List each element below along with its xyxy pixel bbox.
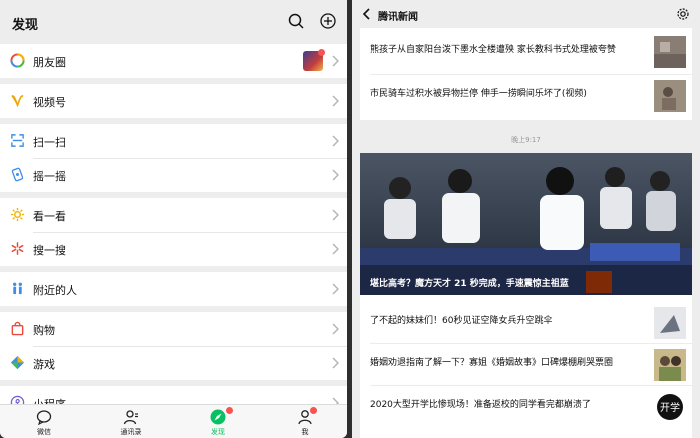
- chevron-right-icon: [332, 283, 339, 295]
- chevron-right-icon: [332, 55, 339, 67]
- tab-me[interactable]: 我: [275, 405, 335, 438]
- menu-item-search[interactable]: 搜一搜: [0, 232, 347, 266]
- channels-icon: [11, 95, 24, 108]
- news-headline: 市民骑车过积水被异物拦停 伸手一捞瞬间乐坏了(视频): [370, 89, 587, 99]
- news-item[interactable]: 了不起的妹妹们！60秒见证空降女兵升空跳伞: [360, 301, 692, 345]
- shopping-bag-icon: [11, 321, 24, 336]
- chevron-right-icon: [332, 169, 339, 181]
- news-thumbnail: 开学: [654, 391, 686, 423]
- tab-label: 微信: [37, 428, 51, 436]
- tab-chats[interactable]: 微信: [14, 405, 74, 438]
- menu-item-shake[interactable]: 摇一摇: [0, 158, 347, 192]
- chevron-right-icon: [332, 357, 339, 369]
- news-card-top: 熊孩子从自家阳台泼下墨水全楼遭殃 家长教科书式处理被夸赞 市民骑车过积水被异物拦…: [360, 28, 692, 120]
- news-item[interactable]: 市民骑车过积水被异物拦停 伸手一捞瞬间乐坏了(视频): [360, 74, 692, 118]
- page-title: 发现: [12, 18, 39, 33]
- tab-label: 发现: [211, 428, 225, 436]
- hero-news-item[interactable]: 堪比高考？魔方天才 21 秒完成，手速震惊主祖蓝: [360, 153, 692, 295]
- news-thumbnail: [654, 349, 686, 381]
- contacts-icon: [123, 410, 138, 425]
- menu-item-games[interactable]: 游戏: [0, 346, 347, 380]
- unread-dot: [310, 407, 317, 414]
- hero-caption: 堪比高考？魔方天才 21 秒完成，手速震惊主祖蓝: [370, 279, 569, 289]
- chevron-right-icon: [332, 209, 339, 221]
- menu-label: 搜一搜: [33, 244, 66, 257]
- menu-label: 摇一摇: [33, 170, 66, 183]
- news-headline: 了不起的妹妹们！60秒见证空降女兵升空跳伞: [370, 316, 553, 326]
- discover-icon: [210, 409, 226, 425]
- top-stories-icon: [10, 207, 25, 222]
- news-item[interactable]: 熊孩子从自家阳台泼下墨水全楼遭殃 家长教科书式处理被夸赞: [360, 30, 692, 74]
- bottom-tab-bar: 微信 通讯录 发现 我: [0, 404, 347, 438]
- timestamp: 晚上9:17: [511, 136, 541, 144]
- news-pane: 腾讯新闻 熊孩子从自家阳台泼下墨水全楼遭殃 家长教科书式处理被夸赞 市民骑车过积…: [352, 0, 700, 438]
- unread-dot: [226, 407, 233, 414]
- chevron-right-icon: [332, 323, 339, 335]
- news-thumbnail: [654, 36, 686, 68]
- thumbnail-text: 开学: [660, 401, 680, 414]
- chevron-right-icon: [332, 243, 339, 255]
- scan-icon: [11, 134, 24, 147]
- menu-label: 扫一扫: [33, 136, 66, 149]
- search-star-icon: [11, 242, 24, 255]
- tab-label: 通讯录: [120, 428, 142, 436]
- menu-label: 视频号: [33, 96, 66, 109]
- group-scan-shake: 扫一扫 摇一摇: [0, 124, 347, 192]
- chevron-right-icon: [332, 95, 339, 107]
- group-stories-search: 看一看 搜一搜: [0, 198, 347, 266]
- news-headline: 2020大型开学比惨现场！准备返校的同学看完都崩溃了: [370, 400, 591, 410]
- chevron-right-icon: [332, 135, 339, 147]
- hero-image: [360, 153, 692, 295]
- shake-icon: [11, 167, 24, 182]
- discover-pane: 发现 朋友圈 视频号 扫一扫 摇一摇 看一看 搜一搜 附近的人 购物 游戏 微信…: [0, 0, 347, 438]
- menu-item-moments[interactable]: 朋友圈: [0, 44, 347, 78]
- group-shop-games: 购物 游戏: [0, 312, 347, 380]
- news-header: 腾讯新闻: [352, 0, 700, 28]
- chat-icon: [36, 410, 52, 425]
- menu-label: 看一看: [33, 210, 66, 223]
- group-channels: 视频号: [0, 84, 347, 118]
- unread-dot: [318, 49, 325, 56]
- menu-item-shopping[interactable]: 购物: [0, 312, 347, 346]
- menu-item-people-nearby[interactable]: 附近的人: [0, 272, 347, 306]
- menu-label: 附近的人: [33, 284, 77, 297]
- discover-header: 发现: [0, 0, 347, 44]
- games-icon: [10, 355, 25, 370]
- gear-icon[interactable]: [676, 7, 690, 21]
- news-headline: 婚姻劝退指南了解一下？寡姐《婚姻故事》口碑爆棚刷哭票圈: [370, 358, 614, 368]
- people-nearby-icon: [13, 282, 22, 295]
- device-frame: 发现 朋友圈 视频号 扫一扫 摇一摇 看一看 搜一搜 附近的人 购物 游戏 微信…: [0, 0, 700, 438]
- news-item[interactable]: 2020大型开学比惨现场！准备返校的同学看完都崩溃了 开学: [360, 385, 692, 429]
- tab-label: 我: [301, 428, 309, 436]
- news-title: 腾讯新闻: [378, 12, 418, 23]
- tab-discover[interactable]: 发现: [188, 405, 248, 438]
- news-card-main: 堪比高考？魔方天才 21 秒完成，手速震惊主祖蓝 了不起的妹妹们！60秒见证空降…: [360, 153, 692, 438]
- menu-label: 朋友圈: [33, 56, 66, 69]
- menu-label: 购物: [33, 324, 55, 337]
- group-nearby: 附近的人: [0, 272, 347, 306]
- menu-item-channels[interactable]: 视频号: [0, 84, 347, 118]
- menu-item-scan[interactable]: 扫一扫: [0, 124, 347, 158]
- group-moments: 朋友圈: [0, 44, 347, 78]
- moments-icon: [10, 53, 25, 68]
- news-thumbnail: [654, 307, 686, 339]
- add-icon[interactable]: [319, 12, 337, 30]
- tab-contacts[interactable]: 通讯录: [101, 405, 161, 438]
- menu-item-top-stories[interactable]: 看一看: [0, 198, 347, 232]
- news-thumbnail: [654, 80, 686, 112]
- news-item[interactable]: 婚姻劝退指南了解一下？寡姐《婚姻故事》口碑爆棚刷哭票圈: [360, 343, 692, 387]
- news-headline: 熊孩子从自家阳台泼下墨水全楼遭殃 家长教科书式处理被夸赞: [370, 45, 616, 55]
- back-arrow-icon[interactable]: [362, 8, 372, 20]
- search-icon[interactable]: [287, 12, 305, 30]
- menu-label: 游戏: [33, 358, 55, 371]
